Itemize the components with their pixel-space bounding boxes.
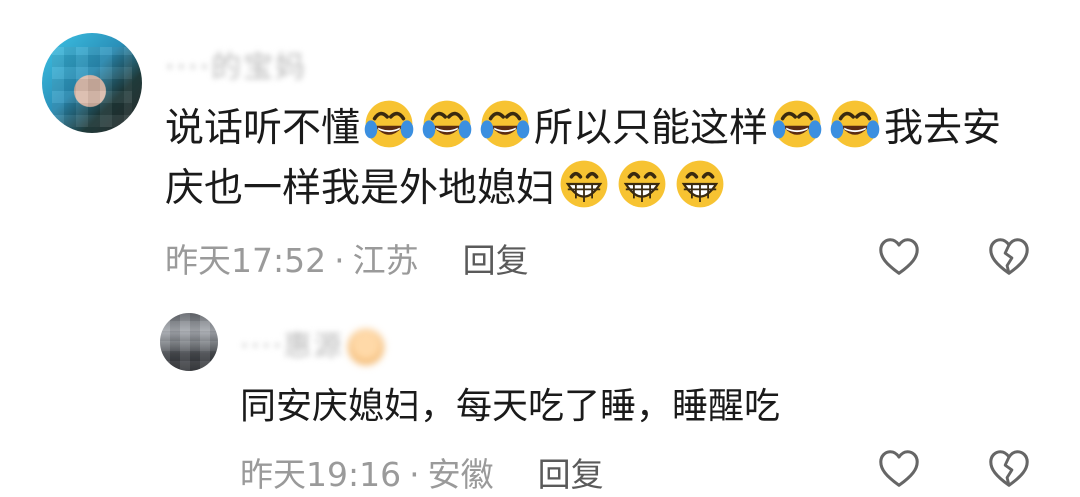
comment-text-line-1: 说话听不懂 所以只能这样 我去安 (165, 97, 1001, 158)
badge-icon (347, 329, 384, 365)
comment-location: 江苏 (352, 241, 419, 280)
avatar[interactable] (42, 33, 142, 133)
rofl-emoji-icon (362, 97, 416, 151)
reply-button[interactable]: 回复 (463, 241, 529, 280)
reply-meta: 昨天19:16 · 安徽 回复 (240, 448, 604, 496)
rofl-emoji-icon (478, 97, 532, 151)
broken-heart-icon[interactable] (986, 446, 1032, 492)
meta-separator: · (409, 455, 420, 494)
rofl-emoji-icon (420, 97, 474, 151)
heart-outline-icon[interactable] (876, 446, 922, 492)
reply-time: 昨天19:16 (240, 455, 402, 494)
comment-username[interactable]: ····的宝妈 (165, 42, 307, 86)
comment-text-line-2: 庆也一样我是外地媳妇 (165, 157, 729, 218)
reply-text: 同安庆媳妇，每天吃了睡，睡醒吃 (240, 386, 781, 427)
heart-outline-icon[interactable] (876, 234, 922, 280)
comment-text-segment: 所以只能这样 (534, 106, 769, 151)
avatar[interactable] (160, 313, 218, 371)
reply-location: 安徽 (427, 455, 494, 494)
broken-heart-icon[interactable] (986, 234, 1032, 280)
rofl-emoji-icon (770, 97, 824, 151)
comment-text-segment: 我去安 (884, 106, 1002, 151)
grin-emoji-icon (615, 157, 669, 211)
grin-emoji-icon (557, 157, 611, 211)
meta-separator: · (334, 241, 345, 280)
comment-time: 昨天17:52 (165, 241, 327, 280)
reply-username[interactable]: ····惠源 (240, 324, 384, 365)
reply-button[interactable]: 回复 (538, 455, 604, 494)
comment-text-segment: 说话听不懂 (165, 106, 361, 151)
comment-meta: 昨天17:52 · 江苏 回复 (165, 234, 529, 282)
grin-emoji-icon (673, 157, 727, 211)
comment-text-segment: 庆也一样我是外地媳妇 (165, 166, 556, 211)
rofl-emoji-icon (828, 97, 882, 151)
reply-username-text: ····惠源 (240, 329, 344, 362)
